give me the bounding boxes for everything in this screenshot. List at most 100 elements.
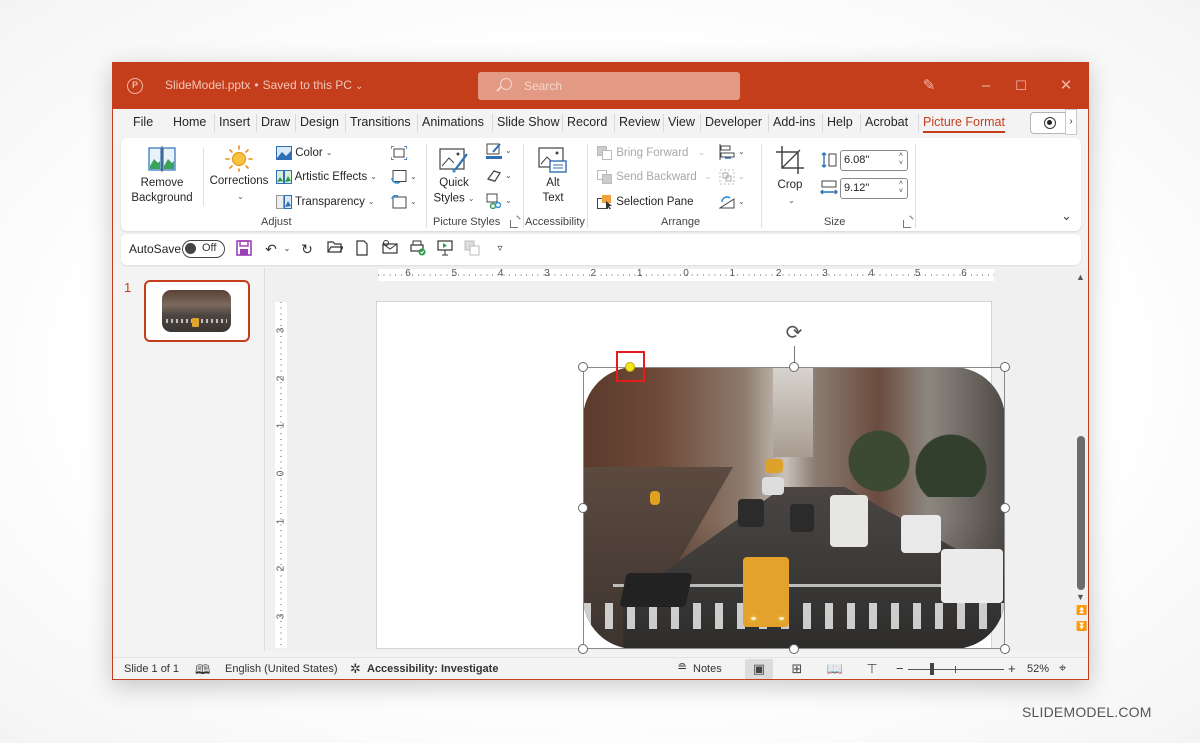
remove-background-button[interactable]: Remove Background — [127, 146, 197, 206]
tab-picture-format[interactable]: Picture Format — [918, 114, 1005, 133]
shape-height-input[interactable]: 6.08" ˄ ˅ — [840, 150, 908, 171]
crop-button[interactable]: Crop ⌄ — [773, 146, 807, 208]
resize-handle-bottom-right[interactable] — [1000, 644, 1010, 654]
tab-help[interactable]: Help — [822, 114, 853, 132]
bring-forward-button[interactable]: Bring Forward ⌄ — [597, 143, 705, 163]
height-spinner[interactable]: ˄ ˅ — [899, 152, 903, 168]
align-button[interactable]: ⌄ — [719, 142, 745, 162]
annotation-highlight-box — [616, 351, 645, 382]
artistic-effects-button[interactable]: Artistic Effects ⌄ — [276, 167, 377, 187]
resize-handle-top-right[interactable] — [1000, 362, 1010, 372]
email-icon[interactable] — [381, 240, 399, 258]
scrollbar-thumb[interactable] — [1077, 436, 1085, 590]
ribbon-tabs: File Home Insert Draw Design Transitions… — [113, 109, 1088, 137]
zoom-slider[interactable] — [908, 663, 1004, 675]
tab-developer[interactable]: Developer — [700, 114, 762, 132]
picture-styles-dialog-launcher[interactable] — [510, 220, 518, 228]
compress-pictures-icon — [391, 145, 407, 160]
tab-review[interactable]: Review — [614, 114, 660, 132]
divider — [203, 148, 204, 206]
size-dialog-launcher[interactable] — [903, 220, 911, 228]
rotate-handle-icon[interactable]: ⟳ — [783, 322, 805, 344]
scroll-up-icon[interactable]: ▲ — [1076, 272, 1085, 282]
present-from-start-icon[interactable] — [436, 240, 454, 258]
tab-transitions[interactable]: Transitions — [345, 114, 411, 132]
slide-thumbnail[interactable] — [144, 280, 250, 342]
tab-file[interactable]: File — [133, 115, 153, 129]
scroll-down-icon[interactable]: ▼ — [1076, 592, 1085, 602]
designer-icon[interactable]: ✎ — [918, 75, 940, 97]
fit-to-window-icon[interactable]: ⌖ — [1059, 660, 1066, 676]
alt-text-button[interactable]: Alt Text — [531, 146, 575, 206]
compress-pictures-button[interactable] — [391, 143, 407, 163]
color-button[interactable]: Color ⌄ — [276, 143, 332, 163]
picture-effects-button[interactable]: ⌄ — [486, 166, 512, 186]
change-picture-button[interactable]: ⌄ — [391, 167, 417, 187]
tab-animations[interactable]: Animations — [417, 114, 484, 132]
slide-sorter-icon[interactable]: ⊞ — [783, 659, 811, 679]
transparency-button[interactable]: Transparency ⌄ — [276, 192, 375, 212]
spelling-check-icon[interactable]: 🕮 — [195, 661, 210, 679]
reset-picture-button[interactable]: ⌄ — [391, 192, 417, 212]
redo-icon[interactable]: ↻ — [298, 240, 316, 258]
maximize-icon[interactable]: ☐ — [1010, 75, 1032, 97]
zoom-in-button[interactable]: + — [1008, 661, 1016, 676]
document-title[interactable]: SlideModel.pptx • Saved to this PC ⌄ — [165, 78, 363, 92]
separator-dot: • — [254, 78, 259, 92]
slide-canvas[interactable]: ⟳ — [376, 301, 1010, 654]
quick-styles-button[interactable]: Quick Styles ⌄ — [433, 146, 475, 207]
zoom-level[interactable]: 52% — [1027, 663, 1049, 675]
bring-forward-qat-icon[interactable] — [463, 240, 481, 258]
picture-layout-button[interactable]: ⌄ — [486, 191, 512, 211]
record-button[interactable] — [1030, 112, 1070, 134]
chevron-down-icon: ⌄ — [505, 171, 512, 180]
tab-add-ins[interactable]: Add-ins — [767, 114, 815, 132]
send-backward-button[interactable]: Send Backward ⌄ — [597, 167, 711, 187]
zoom-out-button[interactable]: − — [896, 661, 904, 676]
undo-dropdown-icon[interactable]: ⌄ — [278, 240, 296, 258]
customize-toolbar-icon[interactable]: ▿ — [491, 240, 509, 258]
tab-insert[interactable]: Insert — [213, 114, 250, 132]
resize-handle-bottom-left[interactable] — [578, 644, 588, 654]
tab-acrobat[interactable]: Acrobat — [859, 114, 908, 132]
picture-border-button[interactable]: ⌄ — [486, 141, 512, 161]
tab-slide-show[interactable]: Slide Show — [492, 114, 560, 132]
resize-handle-top[interactable] — [789, 362, 799, 372]
tab-draw[interactable]: Draw — [255, 114, 290, 132]
open-folder-icon[interactable] — [326, 240, 345, 258]
reading-view-icon[interactable]: 📖 — [821, 659, 849, 679]
selection-pane-button[interactable]: Selection Pane — [597, 192, 694, 212]
autosave-toggle[interactable]: Off — [182, 240, 225, 258]
tab-view[interactable]: View — [663, 114, 695, 132]
save-icon[interactable] — [235, 240, 253, 258]
new-file-icon[interactable] — [353, 240, 371, 258]
shape-width-input[interactable]: 9.12" ˄ ˅ — [840, 178, 908, 199]
rotate-button[interactable]: ⌄ — [719, 192, 745, 212]
tab-design[interactable]: Design — [295, 114, 339, 132]
resize-handle-top-left[interactable] — [578, 362, 588, 372]
tab-record[interactable]: Record — [561, 114, 607, 132]
collapse-ribbon-icon[interactable]: ⌄ — [1061, 208, 1072, 224]
tab-home[interactable]: Home — [173, 115, 206, 129]
previous-slide-icon[interactable]: ⏫ — [1076, 605, 1087, 616]
notes-button[interactable]: Notes — [693, 663, 722, 675]
width-spinner[interactable]: ˄ ˅ — [899, 180, 903, 196]
accessibility-checker[interactable]: Accessibility: Investigate — [367, 663, 498, 675]
normal-view-icon[interactable]: ▣ — [745, 659, 773, 679]
language-indicator[interactable]: English (United States) — [225, 663, 338, 675]
minimize-icon[interactable]: – — [975, 75, 997, 97]
next-slide-icon[interactable]: ⏬ — [1076, 621, 1087, 632]
resize-handle-bottom[interactable] — [789, 644, 799, 654]
vertical-scrollbar[interactable]: ▲ ▼ ⏫ ⏬ — [1074, 268, 1088, 651]
corrections-button[interactable]: Corrections ⌄ — [207, 144, 271, 204]
resize-handle-right[interactable] — [1000, 503, 1010, 513]
close-icon[interactable]: ✕ — [1055, 75, 1077, 97]
ruler-label: 0 — [683, 268, 689, 279]
resize-handle-left[interactable] — [578, 503, 588, 513]
slide-show-icon[interactable]: ⊤ — [858, 659, 886, 679]
search-input[interactable]: Search — [478, 72, 740, 100]
group-objects-button[interactable]: ⌄ — [719, 167, 745, 187]
tabs-scroll-right-button[interactable]: › — [1065, 109, 1077, 135]
print-preview-icon[interactable] — [409, 240, 427, 258]
zoom-slider-knob[interactable] — [930, 663, 934, 675]
